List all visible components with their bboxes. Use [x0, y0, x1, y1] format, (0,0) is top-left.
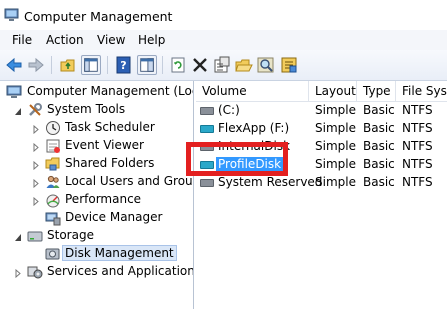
users-icon	[45, 174, 61, 190]
menu-bar: File Action View Help	[0, 30, 447, 50]
collapsed-arrow-icon[interactable]	[32, 159, 40, 171]
computer-management-icon	[4, 8, 19, 22]
open-icon[interactable]	[234, 55, 254, 75]
column-header-type[interactable]: Type	[357, 81, 396, 101]
search-icon[interactable]	[256, 55, 276, 75]
tree-root-label: Computer Management (Local	[27, 84, 194, 98]
menu-file[interactable]: File	[12, 33, 32, 47]
forward-icon[interactable]	[26, 55, 46, 75]
settings-icon[interactable]	[279, 55, 299, 75]
event-viewer-icon	[45, 138, 61, 154]
table-row[interactable]: System Reserved Simple Basic NTFS	[196, 174, 447, 192]
table-row[interactable]: (C:) Simple Basic NTFS	[196, 102, 447, 120]
svg-text:?: ?	[120, 59, 126, 72]
properties-icon[interactable]	[212, 55, 232, 75]
volume-list: Volume Layout Type File Syste (C:) Simpl…	[196, 81, 447, 309]
table-row[interactable]: FlexApp (F:) Simple Basic NTFS	[196, 120, 447, 138]
back-icon[interactable]	[4, 55, 24, 75]
column-header-file-system[interactable]: File Syste	[396, 81, 447, 101]
up-folder-icon[interactable]	[58, 55, 78, 75]
show-hide-tree-icon[interactable]	[81, 55, 101, 75]
menu-action[interactable]: Action	[46, 33, 84, 47]
list-header: Volume Layout Type File Syste	[196, 81, 447, 102]
performance-icon	[45, 192, 61, 208]
menu-view[interactable]: View	[97, 33, 125, 47]
collapsed-arrow-icon[interactable]	[14, 267, 22, 279]
device-manager-icon	[45, 210, 61, 226]
toolbar: ?	[0, 50, 447, 81]
refresh-icon[interactable]	[168, 55, 188, 75]
clock-icon	[45, 120, 61, 136]
delete-icon[interactable]	[190, 55, 210, 75]
properties-pane-icon[interactable]	[137, 55, 157, 75]
help-icon[interactable]: ?	[114, 55, 134, 75]
volume-icon	[200, 179, 214, 187]
column-header-layout[interactable]: Layout	[309, 81, 357, 101]
volume-icon	[200, 107, 214, 115]
storage-icon	[27, 228, 43, 244]
volume-icon	[200, 125, 214, 133]
highlight-annotation	[186, 142, 288, 176]
expanded-arrow-icon[interactable]	[14, 105, 22, 115]
expanded-arrow-icon[interactable]	[14, 231, 22, 241]
collapsed-arrow-icon[interactable]	[32, 141, 40, 153]
collapsed-arrow-icon[interactable]	[32, 123, 40, 135]
collapsed-arrow-icon[interactable]	[32, 195, 40, 207]
window-title: Computer Management	[24, 9, 173, 24]
menu-help[interactable]: Help	[138, 33, 165, 47]
services-icon	[27, 264, 43, 280]
shared-folder-icon	[45, 156, 61, 172]
collapsed-arrow-icon[interactable]	[32, 177, 40, 189]
column-header-volume[interactable]: Volume	[196, 81, 309, 101]
navigation-tree: Computer Management (Local System Tools …	[0, 81, 194, 309]
disk-icon	[45, 246, 61, 262]
title-bar: Computer Management	[0, 0, 447, 30]
computer-management-icon	[6, 84, 22, 100]
tools-icon	[27, 102, 43, 118]
